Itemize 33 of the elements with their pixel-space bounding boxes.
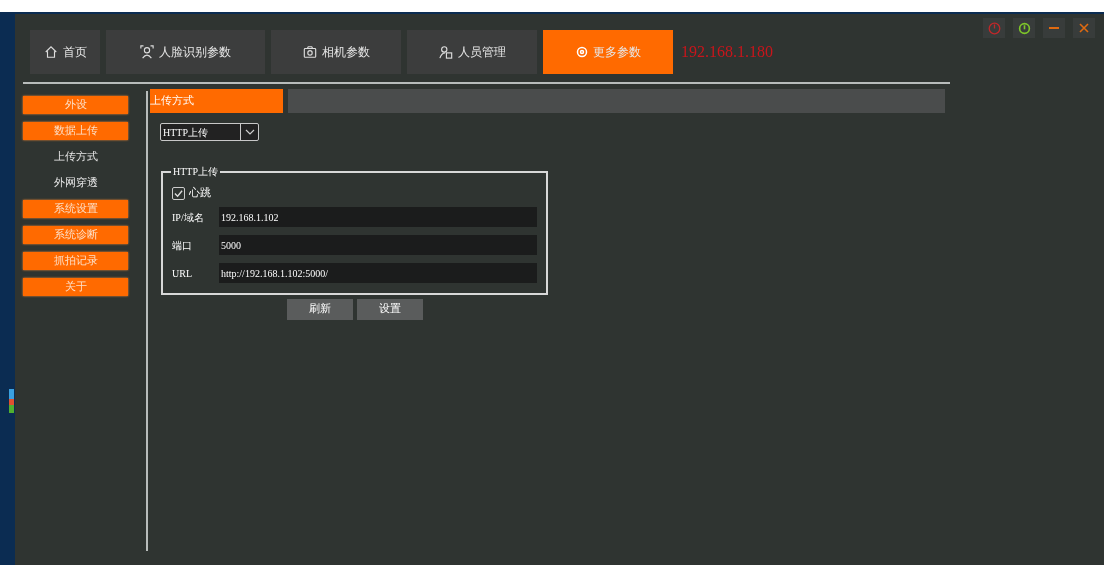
minimize-icon (1049, 26, 1059, 30)
minimize-button[interactable] (1043, 18, 1065, 38)
camera-icon (302, 45, 317, 59)
nav-tab[interactable]: 人脸识别参数 (106, 30, 265, 74)
group-title: HTTP上传 (171, 164, 220, 179)
nav-tab[interactable]: 相机参数 (271, 30, 401, 74)
action-button[interactable]: 设置 (357, 299, 423, 320)
upload-mode-dropdown[interactable]: HTTP上传 (160, 123, 259, 141)
power-icon (1017, 21, 1031, 35)
text-field[interactable]: http://192.168.1.102:5000/ (219, 263, 537, 283)
close-icon (1079, 23, 1089, 33)
settings-icon (575, 46, 588, 58)
person-card-icon (438, 45, 453, 59)
text-field[interactable]: 5000 (219, 235, 537, 255)
sidebar-item[interactable]: 外网穿透 (23, 174, 128, 192)
sidebar-item[interactable]: 上传方式 (23, 148, 128, 166)
field-label: IP/域名 (172, 210, 205, 225)
device-ip: 192.168.1.180 (681, 42, 773, 62)
desktop-icon (8, 389, 14, 413)
action-button[interactable]: 刷新 (287, 299, 353, 320)
nav-tab[interactable]: 人员管理 (407, 30, 537, 74)
chevron-down-icon (244, 129, 255, 135)
field-label: 端口 (172, 238, 193, 253)
home-icon (43, 45, 58, 59)
text-field[interactable]: 192.168.1.102 (219, 207, 537, 227)
field-label: URL (172, 266, 193, 281)
restart-button[interactable] (1013, 18, 1035, 38)
heartbeat-checkbox[interactable]: 心跳 (172, 185, 546, 201)
close-button[interactable] (1073, 18, 1095, 38)
nav-tab[interactable]: 首页 (30, 30, 100, 74)
power-icon (987, 21, 1001, 35)
face-scan-icon (140, 45, 154, 59)
power-button[interactable] (983, 18, 1005, 38)
